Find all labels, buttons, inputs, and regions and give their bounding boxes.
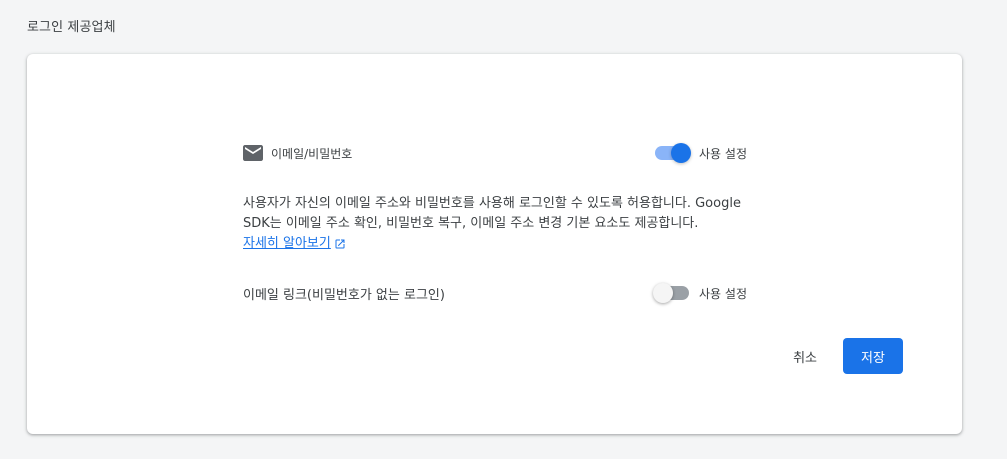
email-link-row: 이메일 링크(비밀번호가 없는 로그인) 사용 설정 [243, 281, 747, 305]
email-password-toggle-label: 사용 설정 [699, 146, 747, 161]
external-link-icon [334, 238, 346, 250]
email-password-toggle-wrap: 사용 설정 [655, 141, 747, 165]
email-link-label: 이메일 링크(비밀번호가 없는 로그인) [243, 287, 445, 303]
cancel-button[interactable]: 취소 [781, 338, 829, 374]
email-link-toggle-wrap: 사용 설정 [653, 281, 747, 305]
email-password-toggle[interactable] [655, 143, 692, 163]
email-link-provider: 이메일 링크(비밀번호가 없는 로그인) [243, 284, 445, 303]
action-bar: 취소 저장 [781, 338, 903, 374]
email-password-label: 이메일/비밀번호 [271, 146, 353, 161]
description-text: 사용자가 자신의 이메일 주소와 비밀번호를 사용해 로그인할 수 있도록 허용… [243, 196, 741, 231]
learn-more-text: 자세히 알아보기 [243, 236, 331, 251]
email-link-toggle-label: 사용 설정 [699, 286, 747, 301]
toggle-thumb [653, 283, 674, 303]
email-password-provider: 이메일/비밀번호 [243, 145, 352, 162]
email-password-row: 이메일/비밀번호 사용 설정 [243, 141, 747, 165]
email-link-toggle[interactable] [653, 283, 691, 303]
provider-card: 이메일/비밀번호 사용 설정 사용자가 자신의 이메일 주소와 비밀번호를 사용… [27, 54, 962, 434]
save-button[interactable]: 저장 [843, 338, 903, 374]
learn-more-link[interactable]: 자세히 알아보기 [243, 234, 346, 254]
mail-icon [243, 145, 263, 161]
email-password-description: 사용자가 자신의 이메일 주소와 비밀번호를 사용해 로그인할 수 있도록 허용… [243, 194, 753, 254]
section-title: 로그인 제공업체 [27, 20, 116, 35]
toggle-thumb [671, 143, 692, 163]
